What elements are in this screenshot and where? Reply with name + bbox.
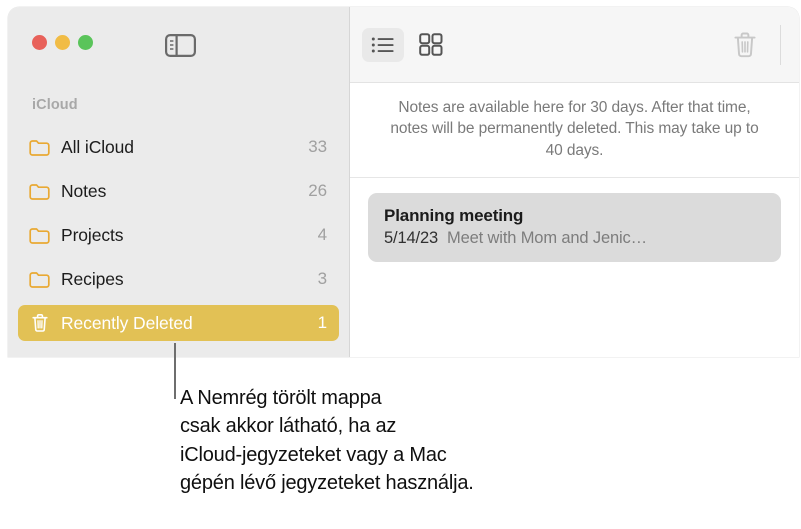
sidebar-item-list: All iCloud 33 Notes 26 Projects 4 Recipe… [8,129,349,349]
sidebar-toggle-icon[interactable] [165,34,196,57]
delete-note-button[interactable] [724,28,766,62]
sidebar-item-label: Recipes [61,268,124,289]
list-view-icon [371,37,394,52]
list-view-button[interactable] [362,27,404,62]
sidebar-item-recently-deleted[interactable]: Recently Deleted 1 [18,305,339,341]
sidebar-item-projects[interactable]: Projects 4 [18,217,339,253]
note-list-item[interactable]: Planning meeting 5/14/23 Meet with Mom an… [368,193,781,263]
grid-view-icon [419,33,443,56]
sidebar-section-header: iCloud [32,97,78,113]
note-list: Planning meeting 5/14/23 Meet with Mom an… [350,178,799,357]
maximize-button[interactable] [78,35,93,50]
sidebar-item-label: Recently Deleted [61,312,193,333]
folder-icon [29,181,50,201]
toolbar-divider [780,24,781,65]
minimize-button[interactable] [55,35,70,50]
close-button[interactable] [32,35,47,50]
trash-icon [734,32,756,57]
sidebar-item-count: 4 [317,225,327,244]
callout-line: A Nemrég törölt mappa [180,387,382,409]
sidebar-item-label: Notes [61,180,107,201]
callout-line: gépén lévő jegyzeteket használja. [180,472,474,495]
sidebar-item-count: 26 [308,181,327,200]
folder-icon [29,269,50,289]
notes-app-window: iCloud All iCloud 33 Notes 26 Projects 4… [8,7,799,357]
trash-icon [29,313,50,333]
sidebar-item-label: All iCloud [61,136,134,157]
sidebar-item-count: 33 [308,137,327,156]
sidebar: iCloud All iCloud 33 Notes 26 Projects 4… [8,7,350,357]
recently-deleted-info-banner: Notes are available here for 30 days. Af… [350,83,799,179]
callout-caption: A Nemrég törölt mappa csak akkor látható… [180,384,680,498]
sidebar-item-count: 3 [317,269,327,288]
sidebar-item-recipes[interactable]: Recipes 3 [18,261,339,297]
note-date: 5/14/23 [384,229,439,248]
note-meta: 5/14/23 Meet with Mom and Jenic… [384,229,765,248]
callout-leader-line [174,343,176,399]
callout-line: iCloud-jegyzeteket vagy a Mac [180,443,447,466]
sidebar-item-all-icloud[interactable]: All iCloud 33 [18,129,339,165]
callout-line: csak akkor látható, ha az [180,415,397,438]
sidebar-item-count: 1 [317,313,327,332]
main-content: Notes are available here for 30 days. Af… [350,7,799,357]
toolbar [350,7,799,83]
note-snippet: Meet with Mom and Jenic… [447,229,647,248]
folder-icon [29,137,50,157]
gallery-view-button[interactable] [410,28,452,62]
sidebar-item-label: Projects [61,224,124,245]
sidebar-item-notes[interactable]: Notes 26 [18,173,339,209]
folder-icon [29,225,50,245]
note-title: Planning meeting [384,206,524,226]
window-traffic-lights [32,35,93,50]
